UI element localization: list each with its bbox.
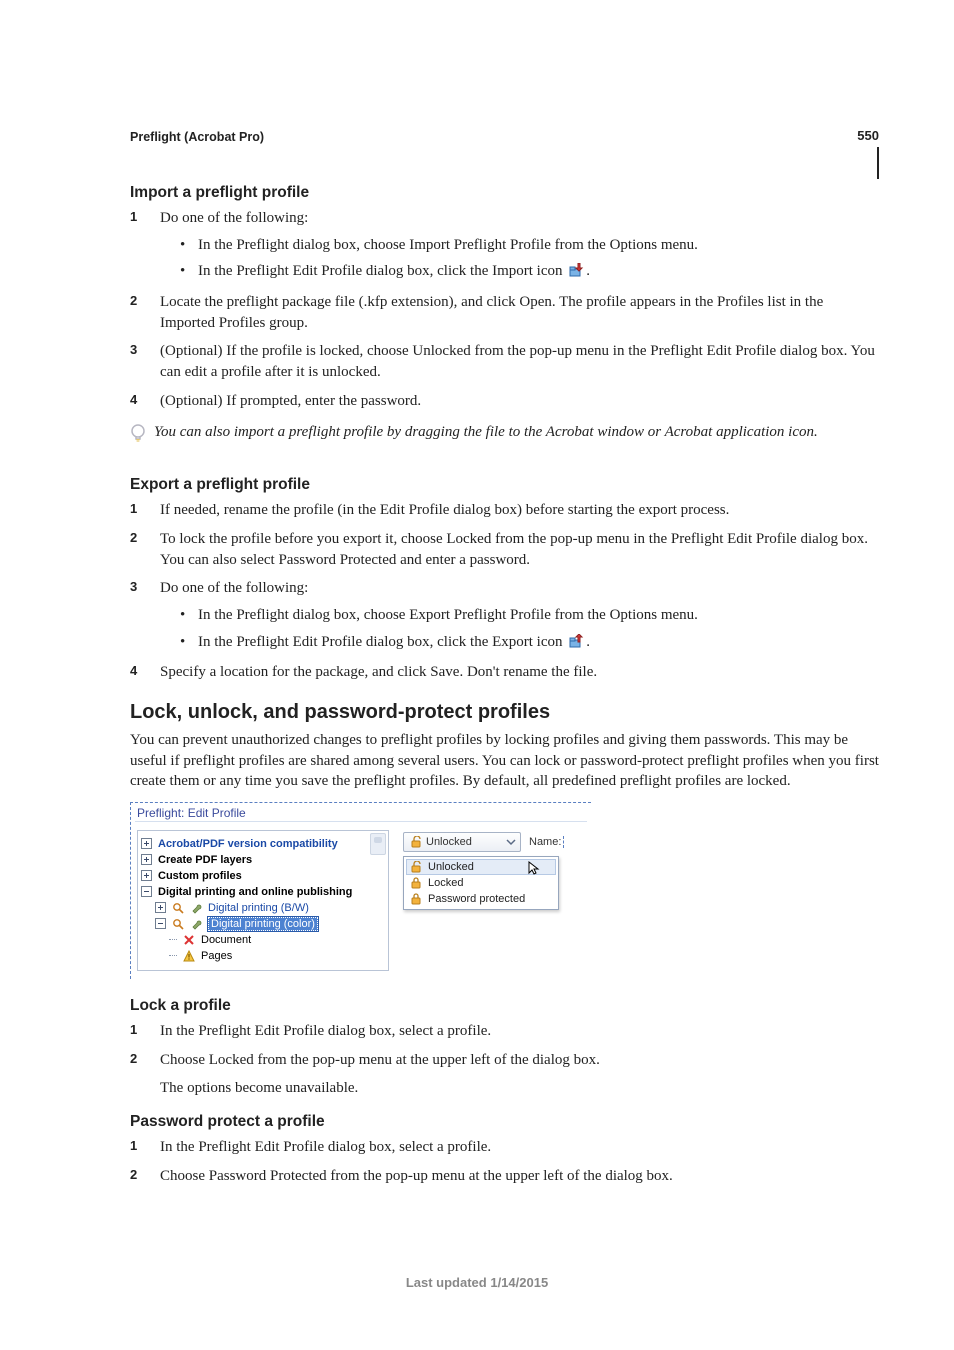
import-icon <box>568 263 584 284</box>
page-number: 550 <box>857 128 879 143</box>
running-header: Preflight (Acrobat Pro) <box>130 130 879 144</box>
menu-item-label: Password protected <box>428 893 525 905</box>
lock-icon <box>410 893 422 905</box>
chevron-down-icon <box>505 836 517 848</box>
lock-profile-step-2: Choose Locked from the pop-up menu at th… <box>130 1050 879 1071</box>
name-label: Name: <box>529 836 564 848</box>
unlock-icon <box>410 861 422 873</box>
scrollbar-stub[interactable] <box>370 833 386 855</box>
page-number-rule <box>877 147 879 179</box>
warning-icon <box>183 950 195 962</box>
heading-password-protect: Password protect a profile <box>130 1113 879 1131</box>
import-step-1-bullets: In the Preflight dialog box, choose Impo… <box>180 235 879 284</box>
magnifier-icon <box>172 918 184 930</box>
menu-item-label: Locked <box>428 877 463 889</box>
lock-state-dropdown-value: Unlocked <box>426 836 472 848</box>
menu-item-password-protected[interactable]: Password protected <box>406 891 556 907</box>
export-icon <box>568 634 584 655</box>
export-steps: If needed, rename the profile (in the Ed… <box>130 500 879 683</box>
footer-updated: Last updated 1/14/2015 <box>0 1275 954 1290</box>
tree-item[interactable]: Create PDF layers <box>158 854 252 866</box>
pw-protect-step-1: In the Preflight Edit Profile dialog box… <box>130 1137 879 1158</box>
unlock-icon <box>410 836 422 848</box>
heading-lock-profile: Lock a profile <box>130 997 879 1015</box>
red-x-icon <box>183 934 195 946</box>
dialog-title: Preflight: Edit Profile <box>131 803 591 821</box>
import-step-2: Locate the preflight package file (.kfp … <box>130 292 879 333</box>
heading-import-profile: Import a preflight profile <box>130 184 879 202</box>
pw-protect-steps: In the Preflight Edit Profile dialog box… <box>130 1137 879 1186</box>
export-step-3-text: Do one of the following: <box>160 580 308 596</box>
page-number-block: 550 <box>857 128 879 179</box>
figure-edit-profile-dialog: Preflight: Edit Profile Acrobat/PDF vers… <box>130 802 879 979</box>
lock-icon <box>410 877 422 889</box>
import-step-1-text: Do one of the following: <box>160 210 308 226</box>
page: 550 Preflight (Acrobat Pro) Import a pre… <box>0 0 954 1350</box>
export-step-4: Specify a location for the package, and … <box>130 662 879 683</box>
profile-tree: Acrobat/PDF version compatibility Create… <box>137 830 389 971</box>
lock-profile-step-1: In the Preflight Edit Profile dialog box… <box>130 1021 879 1042</box>
import-steps: Do one of the following: In the Prefligh… <box>130 208 879 412</box>
tip: You can also import a preflight profile … <box>130 422 879 451</box>
menu-item-locked[interactable]: Locked <box>406 875 556 891</box>
wrench-icon <box>190 902 202 914</box>
lock-profile-steps: In the Preflight Edit Profile dialog box… <box>130 1021 879 1070</box>
export-step-3-bullet-2: In the Preflight Edit Profile dialog box… <box>180 632 879 655</box>
import-step-1-bullet-2: In the Preflight Edit Profile dialog box… <box>180 261 879 284</box>
import-step-1-bullet-2-text: In the Preflight Edit Profile dialog box… <box>198 263 566 279</box>
export-step-2: To lock the profile before you export it… <box>130 529 879 570</box>
magnifier-icon <box>172 902 184 914</box>
export-step-3: Do one of the following: In the Prefligh… <box>130 578 879 654</box>
cursor-icon <box>527 861 541 875</box>
lock-profile-after: The options become unavailable. <box>160 1078 879 1099</box>
tree-item[interactable]: Custom profiles <box>158 870 242 882</box>
tree-item[interactable]: Acrobat/PDF version compatibility <box>158 838 338 850</box>
import-step-4: (Optional) If prompted, enter the passwo… <box>130 391 879 412</box>
tree-item[interactable]: Digital printing and online publishing <box>158 886 352 898</box>
tree-item[interactable]: Digital printing (B/W) <box>208 902 309 914</box>
lock-state-menu: Unlocked Locked <box>403 856 559 910</box>
tree-item-selected[interactable]: Digital printing (color) <box>208 917 318 931</box>
lock-intro: You can prevent unauthorized changes to … <box>130 730 879 792</box>
wrench-icon <box>190 918 202 930</box>
import-step-1: Do one of the following: In the Prefligh… <box>130 208 879 284</box>
import-step-3: (Optional) If the profile is locked, cho… <box>130 341 879 382</box>
menu-item-unlocked[interactable]: Unlocked <box>406 859 556 875</box>
lightbulb-icon <box>130 424 146 451</box>
heading-lock-unlock: Lock, unlock, and password-protect profi… <box>130 701 879 724</box>
pw-protect-step-2: Choose Password Protected from the pop-u… <box>130 1166 879 1187</box>
export-step-1: If needed, rename the profile (in the Ed… <box>130 500 879 521</box>
menu-item-label: Unlocked <box>428 861 474 873</box>
export-step-3-bullets: In the Preflight dialog box, choose Expo… <box>180 605 879 654</box>
tip-text: You can also import a preflight profile … <box>154 422 818 443</box>
lock-state-dropdown[interactable]: Unlocked <box>403 832 521 852</box>
import-step-1-bullet-1: In the Preflight dialog box, choose Impo… <box>180 235 879 256</box>
export-step-3-bullet-1: In the Preflight dialog box, choose Expo… <box>180 605 879 626</box>
tree-subitem[interactable]: Pages <box>201 950 232 962</box>
tree-subitem[interactable]: Document <box>201 934 251 946</box>
export-step-3-bullet-2-text: In the Preflight Edit Profile dialog box… <box>198 634 566 650</box>
heading-export-profile: Export a preflight profile <box>130 476 879 494</box>
